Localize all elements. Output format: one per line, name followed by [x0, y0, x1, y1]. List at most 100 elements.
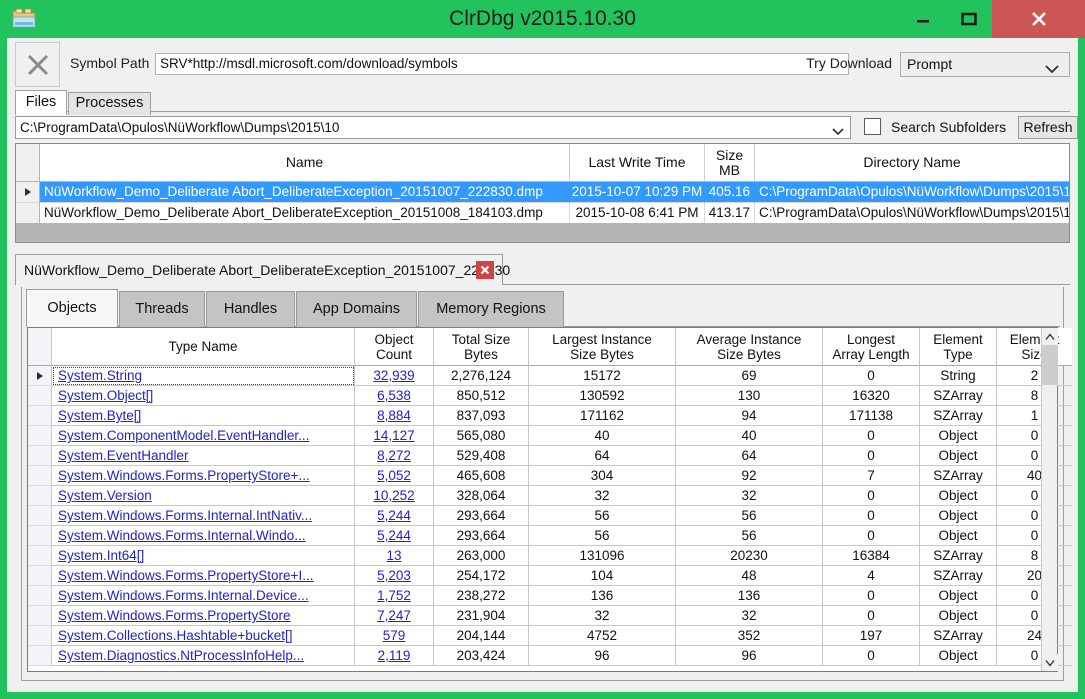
object-link-object-count-5[interactable]: 5,052	[377, 468, 411, 483]
object-link-type-name-12[interactable]: System.Windows.Forms.PropertyStore	[58, 608, 291, 623]
object-cell-type-name-8[interactable]: System.Windows.Forms.Internal.Windo...	[52, 526, 355, 546]
object-row-header-9[interactable]	[28, 546, 52, 566]
object-grid-scrollbar[interactable]	[1041, 328, 1058, 671]
file-col-size[interactable]: Size MB	[705, 144, 755, 182]
tab-objects[interactable]: Objects	[26, 289, 118, 327]
minimize-button[interactable]	[900, 0, 946, 38]
object-cell-type-name-9[interactable]: System.Int64[]	[52, 546, 355, 566]
object-link-type-name-1[interactable]: System.Object[]	[58, 388, 153, 403]
object-row-9[interactable]: System.Int64[] 13 263,000 131096 20230 16384 S…	[28, 546, 1072, 566]
object-cell-type-name-13[interactable]: System.Collections.Hashtable+bucket[]	[52, 626, 355, 646]
file-col-name[interactable]: Name	[40, 144, 570, 182]
object-link-type-name-14[interactable]: System.Diagnostics.NtProcessInfoHelp...	[58, 648, 304, 663]
object-cell-object-count-3[interactable]: 14,127	[355, 426, 434, 446]
object-cell-object-count-11[interactable]: 1,752	[355, 586, 434, 606]
object-link-type-name-7[interactable]: System.Windows.Forms.Internal.IntNativ..…	[58, 508, 312, 523]
object-cell-type-name-0[interactable]: System.String	[52, 366, 355, 386]
file-row-header-0[interactable]	[16, 182, 40, 203]
object-cell-type-name-6[interactable]: System.Version	[52, 486, 355, 506]
object-cell-object-count-0[interactable]: 32,939	[355, 366, 434, 386]
col-object-count[interactable]: Object Count	[355, 328, 434, 366]
object-link-object-count-11[interactable]: 1,752	[377, 588, 411, 603]
object-row-header-11[interactable]	[28, 586, 52, 606]
object-row-13[interactable]: System.Collections.Hashtable+bucket[] 579…	[28, 626, 1072, 646]
object-row-12[interactable]: System.Windows.Forms.PropertyStore 7,247 2…	[28, 606, 1072, 626]
tab-app-domains[interactable]: App Domains	[296, 291, 417, 327]
object-row-header-8[interactable]	[28, 526, 52, 546]
try-download-select[interactable]: Prompt	[900, 52, 1070, 77]
col-element-size[interactable]: Element Size	[997, 328, 1072, 366]
object-cell-type-name-7[interactable]: System.Windows.Forms.Internal.IntNativ..…	[52, 506, 355, 526]
object-cell-type-name-12[interactable]: System.Windows.Forms.PropertyStore	[52, 606, 355, 626]
object-row-header-3[interactable]	[28, 426, 52, 446]
object-link-object-count-4[interactable]: 8,272	[377, 448, 411, 463]
col-longest-array-length[interactable]: Longest Array Length	[823, 328, 920, 366]
close-button[interactable]	[992, 0, 1085, 38]
file-row-0[interactable]: NüWorkflow_Demo_Deliberate Abort_Deliber…	[16, 182, 1069, 203]
clear-symbol-path-button[interactable]	[15, 42, 60, 87]
object-cell-object-count-1[interactable]: 6,538	[355, 386, 434, 406]
folder-path-combo[interactable]: C:\ProgramData\Opulos\NüWorkflow\Dumps\2…	[15, 116, 851, 139]
object-cell-object-count-12[interactable]: 7,247	[355, 606, 434, 626]
object-link-type-name-6[interactable]: System.Version	[58, 488, 152, 503]
refresh-button[interactable]: Refresh	[1018, 116, 1078, 139]
object-cell-object-count-13[interactable]: 579	[355, 626, 434, 646]
object-cell-type-name-14[interactable]: System.Diagnostics.NtProcessInfoHelp...	[52, 646, 355, 666]
object-cell-object-count-6[interactable]: 10,252	[355, 486, 434, 506]
object-row-header-5[interactable]	[28, 466, 52, 486]
object-link-object-count-8[interactable]: 5,244	[377, 528, 411, 543]
symbol-path-input[interactable]: SRV*http://msdl.microsoft.com/download/s…	[155, 53, 849, 75]
object-cell-type-name-10[interactable]: System.Windows.Forms.PropertyStore+I...	[52, 566, 355, 586]
object-row-header-2[interactable]	[28, 406, 52, 426]
col-total-size-bytes[interactable]: Total Size Bytes	[434, 328, 529, 366]
tab-handles[interactable]: Handles	[206, 291, 295, 327]
object-link-type-name-4[interactable]: System.EventHandler	[58, 448, 189, 463]
object-link-object-count-3[interactable]: 14,127	[373, 428, 414, 443]
object-link-type-name-13[interactable]: System.Collections.Hashtable+bucket[]	[58, 628, 293, 643]
object-row-6[interactable]: System.Version 10,252 328,064 32 32 0 Object 0	[28, 486, 1072, 506]
object-row-header-6[interactable]	[28, 486, 52, 506]
object-link-object-count-0[interactable]: 32,939	[373, 368, 414, 383]
object-cell-object-count-9[interactable]: 13	[355, 546, 434, 566]
object-link-object-count-2[interactable]: 8,884	[377, 408, 411, 423]
object-row-11[interactable]: System.Windows.Forms.Internal.Device... 1…	[28, 586, 1072, 606]
object-link-object-count-14[interactable]: 2,119	[378, 648, 411, 663]
object-row-10[interactable]: System.Windows.Forms.PropertyStore+I... 5…	[28, 566, 1072, 586]
object-row-2[interactable]: System.Byte[] 8,884 837,093 171162 94 171138 S…	[28, 406, 1072, 426]
col-element-type[interactable]: Element Type	[920, 328, 997, 366]
col-average-instance-size-bytes[interactable]: Average Instance Size Bytes	[676, 328, 823, 366]
object-row-header-12[interactable]	[28, 606, 52, 626]
file-row-header-1[interactable]	[16, 203, 40, 224]
object-row-header-0[interactable]	[28, 366, 52, 386]
object-row-7[interactable]: System.Windows.Forms.Internal.IntNativ..…	[28, 506, 1072, 526]
object-cell-type-name-11[interactable]: System.Windows.Forms.Internal.Device...	[52, 586, 355, 606]
file-col-directory[interactable]: Directory Name	[755, 144, 1069, 182]
object-row-8[interactable]: System.Windows.Forms.Internal.Windo... 5,…	[28, 526, 1072, 546]
object-link-type-name-11[interactable]: System.Windows.Forms.Internal.Device...	[58, 588, 309, 603]
object-link-object-count-7[interactable]: 5,244	[377, 508, 411, 523]
object-link-type-name-0[interactable]: System.String	[58, 368, 142, 383]
search-subfolders-checkbox[interactable]	[864, 118, 881, 135]
object-row-header-4[interactable]	[28, 446, 52, 466]
scrollbar-thumb[interactable]	[1042, 345, 1058, 385]
object-cell-object-count-5[interactable]: 5,052	[355, 466, 434, 486]
object-row-0[interactable]: System.String 32,939 2,276,124 15172 69 0 Stri…	[28, 366, 1072, 386]
object-row-3[interactable]: System.ComponentModel.EventHandler... 14,…	[28, 426, 1072, 446]
object-row-4[interactable]: System.EventHandler 8,272 529,408 64 64 0 Obje…	[28, 446, 1072, 466]
file-col-lastwrite[interactable]: Last Write Time	[570, 144, 705, 182]
tab-files[interactable]: Files	[15, 90, 67, 115]
object-cell-type-name-2[interactable]: System.Byte[]	[52, 406, 355, 426]
file-row-1[interactable]: NüWorkflow_Demo_Deliberate Abort_Deliber…	[16, 203, 1069, 224]
object-row-5[interactable]: System.Windows.Forms.PropertyStore+... 5,…	[28, 466, 1072, 486]
object-cell-type-name-1[interactable]: System.Object[]	[52, 386, 355, 406]
object-cell-object-count-7[interactable]: 5,244	[355, 506, 434, 526]
object-link-object-count-9[interactable]: 13	[386, 548, 401, 563]
tab-memory-regions[interactable]: Memory Regions	[418, 291, 564, 327]
object-link-type-name-8[interactable]: System.Windows.Forms.Internal.Windo...	[58, 528, 306, 543]
col-type-name[interactable]: Type Name	[52, 328, 355, 366]
object-row-header-7[interactable]	[28, 506, 52, 526]
object-cell-object-count-8[interactable]: 5,244	[355, 526, 434, 546]
object-row-1[interactable]: System.Object[] 6,538 850,512 130592 130 1632…	[28, 386, 1072, 406]
object-cell-type-name-3[interactable]: System.ComponentModel.EventHandler...	[52, 426, 355, 446]
object-cell-object-count-4[interactable]: 8,272	[355, 446, 434, 466]
